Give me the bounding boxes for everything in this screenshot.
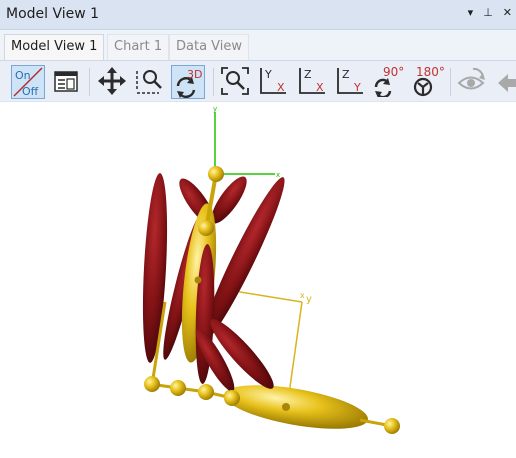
rotate-180-icon: 180° — [413, 65, 445, 97]
tab-chart-1[interactable]: Chart 1 — [107, 34, 170, 60]
panel-title-bar: Model View 1 ▾ ⊥ ✕ — [0, 0, 516, 30]
toolbar-separator — [89, 68, 90, 96]
svg-text:On: On — [15, 69, 31, 82]
zoom-box-icon — [136, 70, 162, 94]
properties-button[interactable] — [50, 65, 84, 99]
visibility-button[interactable] — [456, 65, 490, 99]
joint — [384, 418, 400, 434]
on-off-toggle-icon: On Off — [13, 67, 43, 98]
view-zy-icon: Z Y — [337, 68, 363, 94]
rotate-3d-icon: 3D — [176, 68, 202, 99]
joint — [282, 403, 290, 411]
toolbar-separator — [213, 68, 214, 96]
pan-icon — [98, 67, 126, 95]
rotate-90-button[interactable]: 90° — [371, 65, 405, 99]
back-arrow-icon — [498, 74, 516, 92]
frame-label-x: x — [300, 291, 305, 300]
tab-data-view[interactable]: Data View — [169, 34, 250, 60]
pan-button[interactable] — [96, 65, 130, 99]
document-tab-bar: Model View 1 Chart 1 Data View — [0, 30, 516, 60]
zoom-fit-icon — [221, 67, 249, 95]
zoom-box-button[interactable] — [133, 65, 167, 99]
panel-title: Model View 1 — [6, 6, 100, 22]
joint — [208, 166, 224, 182]
svg-text:X: X — [316, 81, 324, 94]
bone — [224, 385, 368, 429]
view-zx-icon: Z X — [299, 68, 325, 94]
axis-label-y: y — [213, 105, 217, 113]
axis-label-x: x — [276, 171, 280, 179]
model-view-panel: Model View 1 ▾ ⊥ ✕ Model View 1 Chart 1 … — [0, 0, 516, 453]
joint — [144, 376, 160, 392]
joint — [224, 390, 240, 406]
model-viewport[interactable]: y x y x — [0, 102, 516, 453]
zoom-fit-button[interactable] — [219, 65, 253, 99]
view-zx-button[interactable]: Z X — [296, 65, 330, 99]
pin-icon[interactable]: ⊥ — [483, 6, 493, 19]
frame-label-y: y — [306, 294, 312, 305]
joint — [170, 380, 186, 396]
coordinate-axes: y x — [213, 105, 280, 179]
on-off-toggle-button[interactable]: On Off — [11, 65, 45, 99]
svg-text:90°: 90° — [383, 65, 404, 79]
back-button[interactable] — [494, 65, 516, 99]
properties-icon — [54, 71, 78, 92]
joint — [198, 220, 214, 236]
view-yx-button[interactable]: Y X — [257, 65, 291, 99]
svg-text:Y: Y — [264, 68, 272, 81]
reference-frame: y x — [231, 286, 312, 395]
svg-text:Off: Off — [22, 85, 39, 98]
rotate-3d-button[interactable]: 3D — [171, 65, 205, 99]
rotate-90-icon: 90° — [374, 65, 404, 99]
svg-text:X: X — [277, 81, 285, 94]
visibility-icon — [457, 67, 485, 90]
svg-text:180°: 180° — [416, 65, 444, 79]
view-zy-button[interactable]: Z Y — [334, 65, 368, 99]
svg-text:Y: Y — [353, 81, 361, 94]
joint — [194, 276, 202, 284]
close-icon[interactable]: ✕ — [503, 6, 512, 19]
dropdown-icon[interactable]: ▾ — [468, 6, 474, 19]
view-yx-icon: Y X — [260, 68, 286, 94]
rotate-180-button[interactable]: 180° — [410, 65, 445, 99]
svg-text:Z: Z — [342, 68, 350, 81]
joint — [198, 384, 214, 400]
model-3d-scene[interactable]: y x y x — [0, 102, 516, 453]
tab-model-view-1[interactable]: Model View 1 — [4, 34, 105, 60]
toolbar-separator — [450, 68, 451, 96]
view-toolbar: On Off 3D Y X Z X Z Y 90° 180° — [0, 60, 516, 102]
svg-text:Z: Z — [304, 68, 312, 81]
